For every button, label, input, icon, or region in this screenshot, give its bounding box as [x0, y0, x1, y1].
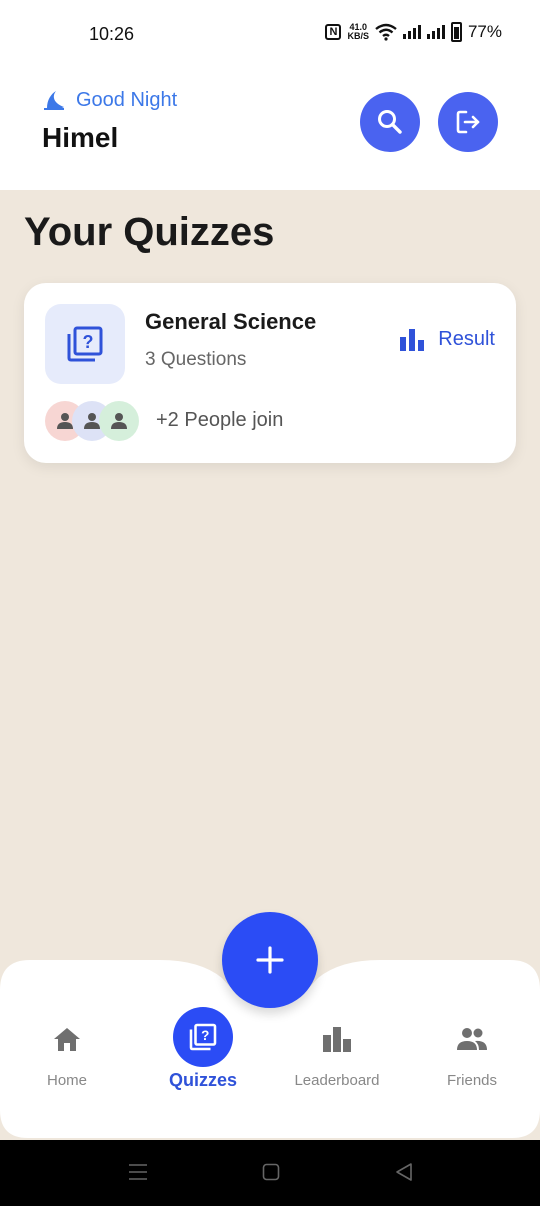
- bottom-navigation: Home ? Quizzes Leaderboard Friends: [0, 912, 540, 1140]
- search-button[interactable]: [360, 92, 420, 152]
- friends-icon: [457, 1028, 487, 1050]
- quiz-title: General Science: [145, 309, 317, 334]
- greeting-text: Good Night: [76, 88, 178, 111]
- avatar: [99, 401, 139, 441]
- quiz-question-count: 3 Questions: [145, 349, 247, 370]
- signal-icon-2: [426, 25, 445, 39]
- search-icon: [378, 110, 402, 134]
- nav-item-quizzes[interactable]: ? Quizzes: [148, 1006, 258, 1091]
- add-quiz-button[interactable]: [222, 912, 318, 1008]
- logout-icon: [456, 110, 480, 134]
- home-square-icon[interactable]: [262, 1163, 280, 1181]
- nav-label-quizzes: Quizzes: [168, 1070, 238, 1090]
- menu-icon[interactable]: [128, 1162, 148, 1182]
- nav-icon-container: [455, 1008, 489, 1070]
- status-time: 10:26: [89, 24, 135, 44]
- svg-text:?: ?: [83, 332, 94, 352]
- username: Himel: [42, 122, 119, 153]
- signal-icon-1: [402, 25, 421, 39]
- section-title: Your Quizzes: [24, 210, 275, 254]
- nav-item-leaderboard[interactable]: Leaderboard: [282, 1008, 392, 1089]
- leaderboard-icon: [323, 1027, 351, 1052]
- back-icon[interactable]: [394, 1162, 414, 1182]
- result-label: Result: [438, 328, 495, 350]
- network-speed-unit: KB/S: [347, 31, 369, 41]
- app-header: Good Night Himel: [0, 70, 540, 190]
- quiz-icon: ?: [67, 326, 103, 362]
- result-button[interactable]: Result: [400, 328, 495, 351]
- moon-icon: [44, 91, 64, 110]
- active-indicator: ?: [173, 1007, 233, 1067]
- status-icons: N 41.0 KB/S 77%: [325, 22, 502, 42]
- logout-button[interactable]: [438, 92, 498, 152]
- nav-icon-container: [53, 1008, 81, 1070]
- nav-label-home: Home: [46, 1072, 87, 1089]
- bar-chart-icon: [400, 328, 425, 351]
- nav-item-home[interactable]: Home: [12, 1008, 122, 1089]
- greeting: Good Night: [42, 88, 177, 112]
- nav-icon-container: [322, 1008, 352, 1070]
- nav-icon-container: ?: [173, 1006, 233, 1068]
- nav-item-friends[interactable]: Friends: [417, 1008, 527, 1089]
- quiz-card[interactable]: ? General Science 3 Questions Result +2 …: [24, 283, 516, 463]
- nav-label-leaderboard: Leaderboard: [294, 1072, 380, 1089]
- network-speed: 41.0 KB/S: [347, 23, 369, 41]
- plus-icon: [256, 946, 284, 974]
- nav-label-friends: Friends: [446, 1072, 498, 1089]
- system-navigation-bar: [0, 1140, 540, 1206]
- battery-percent: 77%: [467, 22, 502, 41]
- quiz-icon: ?: [189, 1023, 217, 1051]
- svg-text:?: ?: [201, 1028, 209, 1043]
- battery-icon: [450, 22, 462, 42]
- quiz-thumbnail: ?: [45, 304, 125, 384]
- nfc-icon: N: [325, 24, 342, 40]
- person-icon: [111, 413, 127, 429]
- join-count-text: +2 People join: [156, 409, 284, 431]
- home-icon: [54, 1028, 80, 1051]
- status-bar: 10:26 N 41.0 KB/S 77%: [0, 0, 540, 70]
- wifi-icon: [375, 23, 397, 41]
- participant-avatars: [45, 401, 145, 441]
